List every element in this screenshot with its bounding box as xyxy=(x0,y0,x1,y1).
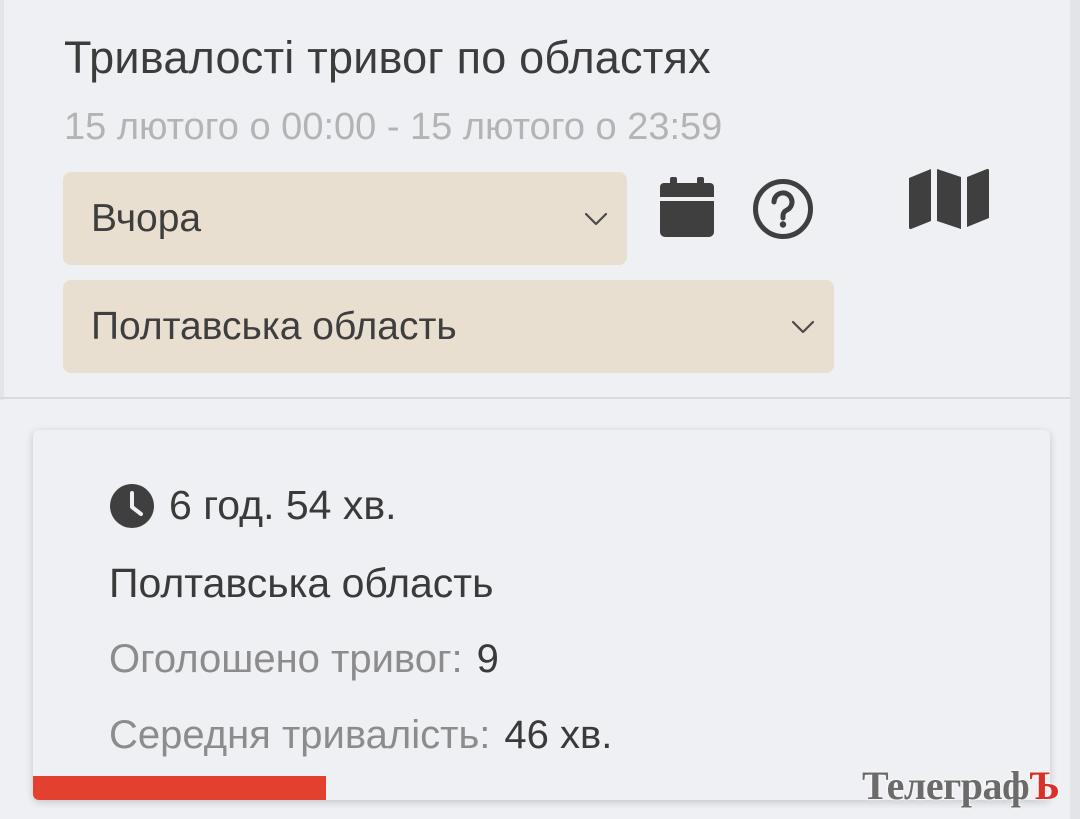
period-select[interactable]: Вчора xyxy=(63,172,627,265)
chevron-down-icon xyxy=(583,211,609,227)
duration-value: 6 год. 54 хв. xyxy=(169,482,397,528)
region-select-value: Полтавська область xyxy=(91,304,457,348)
date-range: 15 лютого о 00:00 - 15 лютого о 23:59 xyxy=(64,106,723,148)
map-button[interactable] xyxy=(904,166,994,234)
alerts-count-value: 9 xyxy=(476,637,499,681)
page-title: Тривалості тривог по областях xyxy=(64,32,711,83)
map-icon xyxy=(907,166,991,235)
average-duration-row: Середня тривалість: 46 хв. xyxy=(109,713,612,758)
card-region-name: Полтавська область xyxy=(109,560,494,606)
scrollbar-track[interactable] xyxy=(1070,0,1080,819)
alerts-count-row: Оголошено тривог: 9 xyxy=(109,637,499,682)
alerts-count-label: Оголошено тривог: xyxy=(109,637,463,681)
total-duration: 6 год. 54 хв. xyxy=(109,482,397,529)
section-divider xyxy=(0,397,1070,399)
watermark-text: Телеграф xyxy=(862,763,1030,808)
panel-edge xyxy=(0,0,4,400)
question-circle-icon xyxy=(752,178,814,245)
chevron-down-icon xyxy=(790,319,816,335)
help-button[interactable] xyxy=(750,178,816,244)
clock-icon xyxy=(109,483,155,529)
watermark-accent: Ъ xyxy=(1029,763,1060,808)
duration-progress-bar xyxy=(33,776,326,800)
average-duration-value: 46 хв. xyxy=(504,713,613,757)
calendar-button[interactable] xyxy=(656,176,718,242)
period-select-value: Вчора xyxy=(91,196,202,240)
average-duration-label: Середня тривалість: xyxy=(109,713,491,757)
region-stats-card[interactable]: 6 год. 54 хв. Полтавська область Оголоше… xyxy=(33,430,1050,800)
watermark-logo: ТелеграфЪ xyxy=(862,762,1060,809)
calendar-icon xyxy=(660,176,714,242)
region-select[interactable]: Полтавська область xyxy=(63,280,834,373)
page: Тривалості тривог по областях 15 лютого … xyxy=(0,0,1080,819)
